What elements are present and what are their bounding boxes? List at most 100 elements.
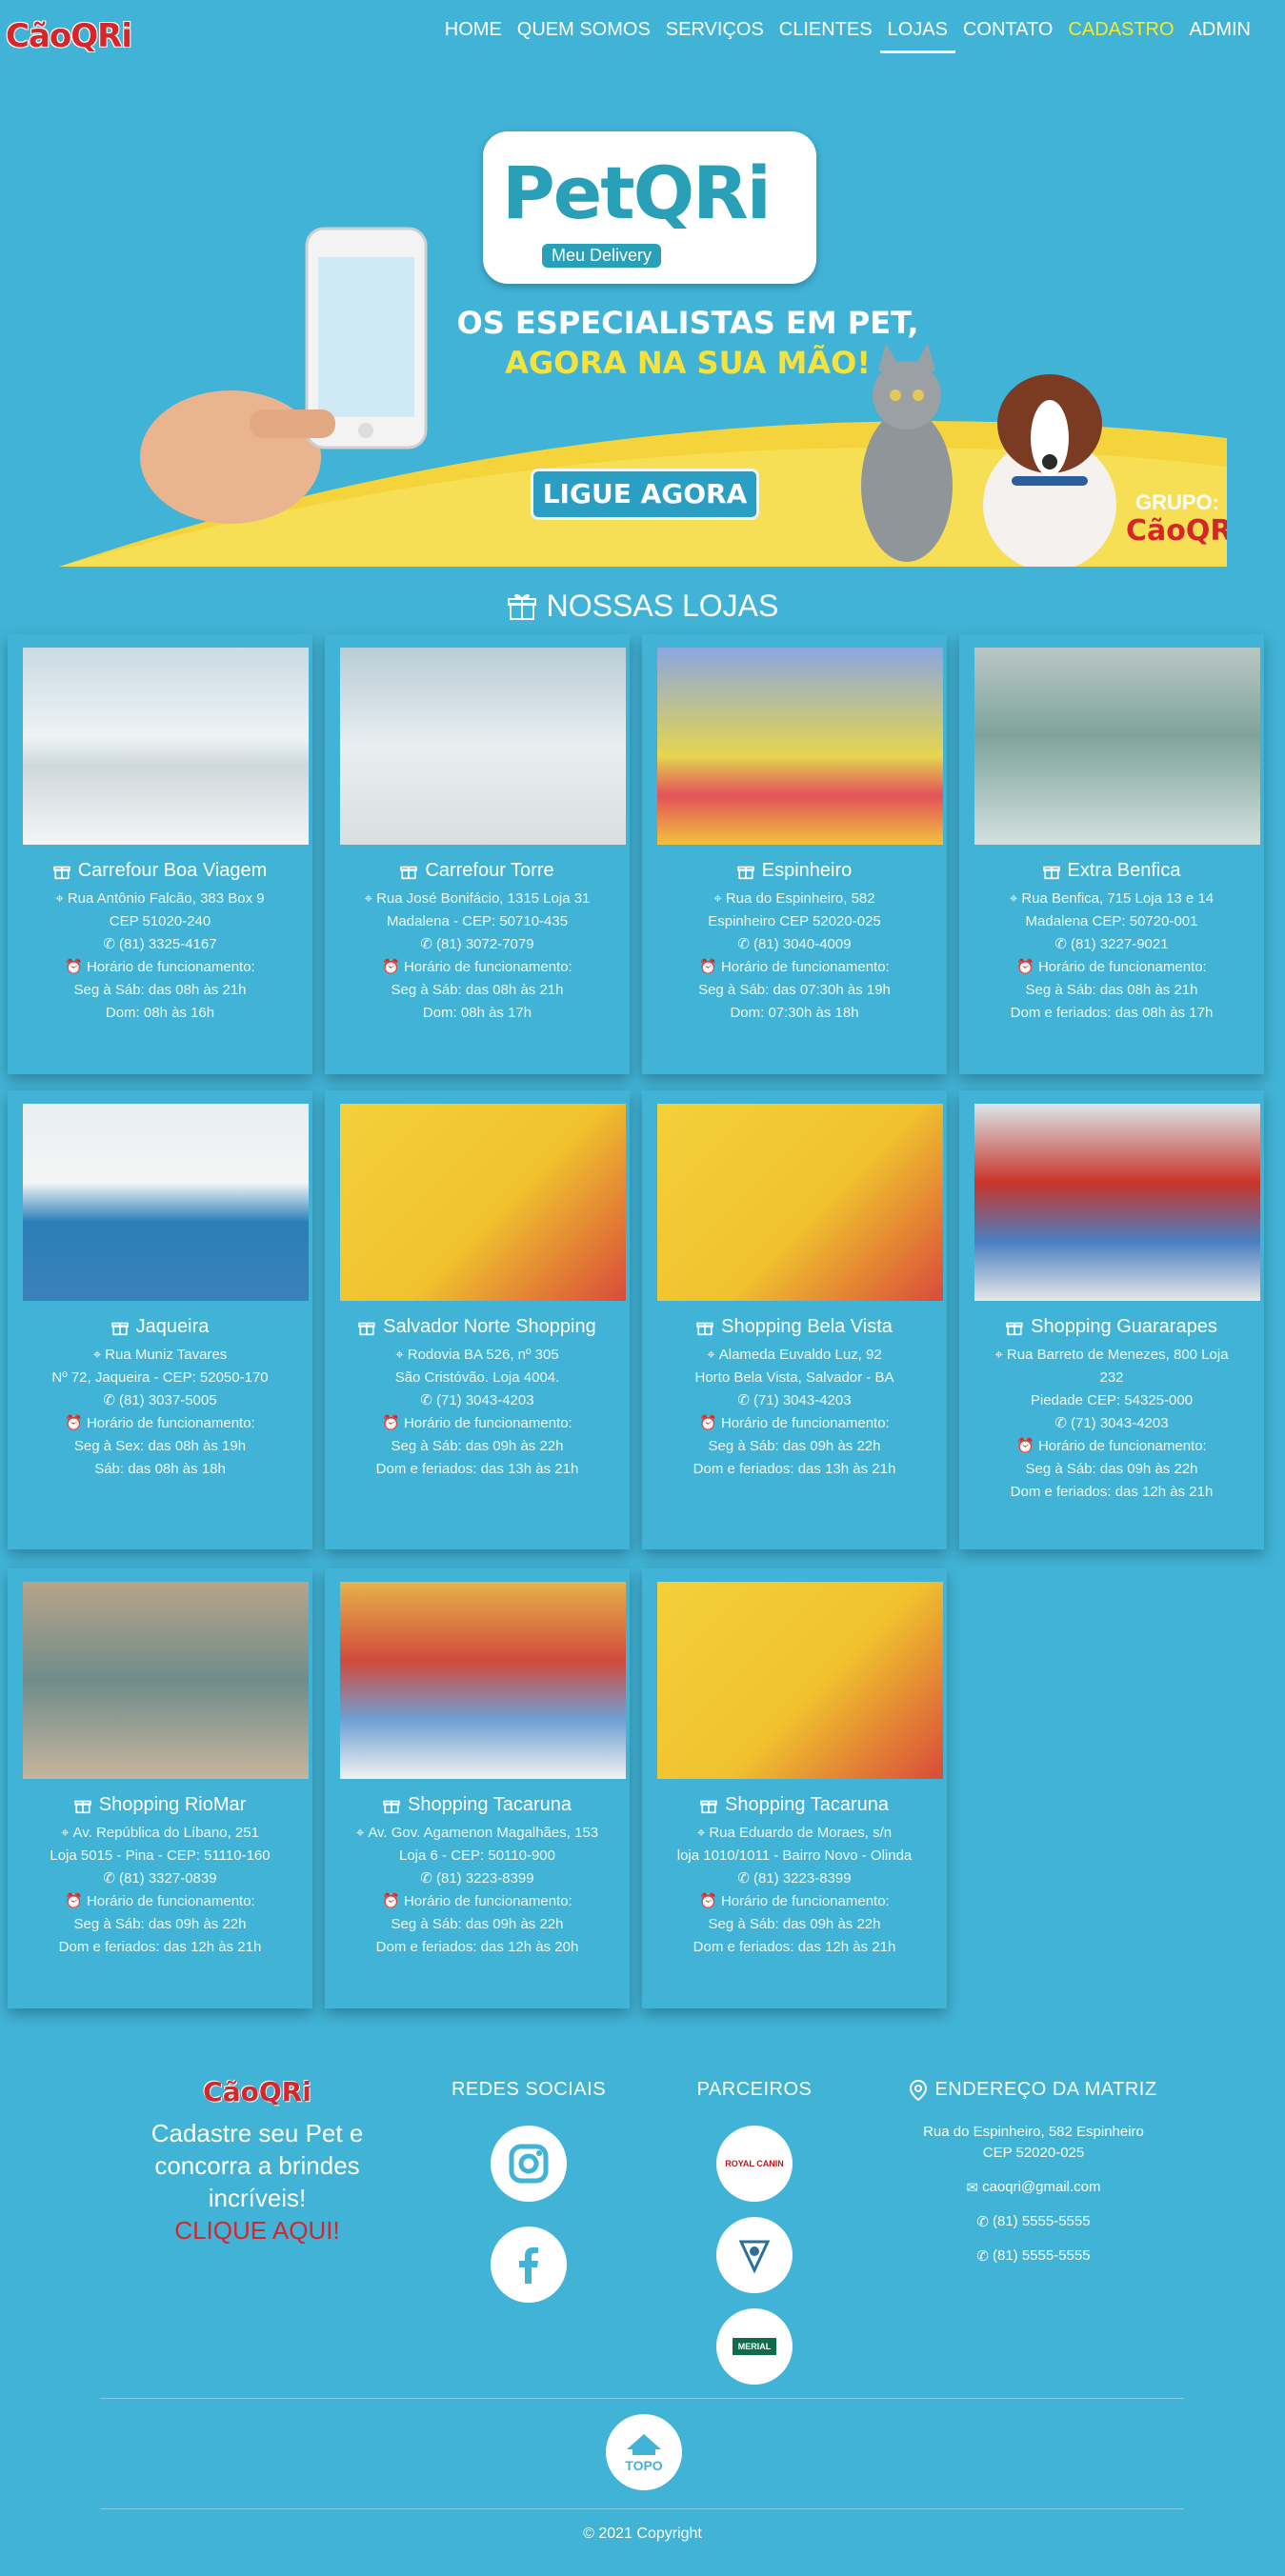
meu-delivery-badge: Meu Delivery [542,244,662,268]
gift-icon [383,1800,400,1813]
nav-lojas[interactable]: LOJAS [879,19,955,53]
store-hours-label: ⏰ Horário de funcionamento: [23,1412,297,1435]
store-name: Carrefour Torre [340,860,614,882]
house-icon [627,2433,661,2455]
alarm-clock-icon: ⏰ [65,959,83,976]
store-phone[interactable]: ✆ (71) 3043-4203 [974,1412,1249,1435]
back-to-top-button[interactable]: TOPO [606,2414,682,2490]
phone-row-2[interactable]: ✆ (81) 5555-5555 [886,2247,1181,2265]
store-photo [340,1582,626,1779]
store-address-2: loja 1010/1011 - Bairro Novo - Olinda [676,1847,913,1865]
alarm-clock-icon: ⏰ [699,959,717,976]
store-phone[interactable]: ✆ (71) 3043-4203 [657,1389,932,1412]
logo-text: CãoQRi [6,17,132,55]
footer-divider-bottom [100,2508,1184,2509]
nav-admin[interactable]: ADMIN [1182,19,1258,53]
gift-icon [74,1800,91,1813]
map-marker-icon: ⌖ [994,1347,1003,1364]
store-hours: Dom e feriados: das 12h às 21h [1010,1484,1214,1501]
store-card: Espinheiro ⌖ Rua do Espinheiro, 582 Espinhe… [642,634,947,1074]
store-card: Carrefour Boa Viagem ⌖ Rua Antônio Falcão,… [8,634,312,1074]
map-marker-icon: ⌖ [61,1825,70,1842]
footer-logo: CãoQRi [203,2076,311,2107]
alarm-clock-icon: ⏰ [699,1893,717,1910]
store-hours: Dom: 07:30h às 18h [730,1005,859,1022]
map-marker-icon [910,2079,928,2101]
shield-icon [738,2240,771,2274]
footer-cta-link[interactable]: CLIQUE AQUI! [133,2214,381,2247]
store-address-2: Piedade CEP: 54325-000 [1030,1392,1194,1409]
phone-icon: ✆ [420,1870,432,1887]
store-address: ⌖ Rua Antônio Falcão, 383 Box 9 [23,888,297,910]
banner-headline-1: OS ESPECIALISTAS EM PET, [456,305,919,341]
store-address: ⌖ Rua do Espinheiro, 582 [657,888,932,910]
instagram-icon[interactable] [491,2126,567,2202]
store-address: ⌖ Rua José Bonifácio, 1315 Loja 31 [340,888,614,910]
phone-icon: ✆ [420,1392,432,1409]
hero-banner: PetQRi Meu Delivery OS ESPECIALISTAS EM … [59,124,1227,567]
phone-icon: ✆ [103,936,115,953]
royal-canin-logo[interactable]: ROYAL CANIN [716,2126,793,2202]
store-hours: Dom e feriados: das 13h às 21h [375,1461,579,1478]
store-hours: Dom e feriados: das 13h às 21h [693,1461,896,1478]
stores-section-title: NOSSAS LOJAS [0,589,1285,624]
store-phone[interactable]: ✆ (81) 3325-4167 [23,933,297,956]
store-address-2: São Cristóvão. Loja 4004. [394,1369,560,1387]
store-phone[interactable]: ✆ (81) 3072-7079 [340,933,614,956]
phone-icon: ✆ [737,936,750,953]
logo[interactable]: CãoQRi [6,10,139,61]
store-address: ⌖ Rua Benfica, 715 Loja 13 e 14 [974,888,1249,910]
store-phone[interactable]: ✆ (71) 3043-4203 [340,1389,614,1412]
store-address: ⌖ Av. Gov. Agamenon Magalhães, 153 [340,1822,614,1845]
map-marker-icon: ⌖ [364,890,373,908]
envelope-icon: ✉ [966,2180,979,2197]
nav-quem-somos[interactable]: QUEM SOMOS [510,19,658,53]
alarm-clock-icon: ⏰ [65,1415,83,1432]
store-phone[interactable]: ✆ (81) 3037-5005 [23,1389,297,1412]
store-address-2: Loja 5015 - Pina - CEP: 51110-160 [50,1847,271,1865]
partners-heading: PARCEIROS [696,2079,813,2100]
phone-row-1[interactable]: ✆ (81) 5555-5555 [886,2213,1181,2230]
ligue-agora-button[interactable]: LIGUE AGORA [531,469,759,520]
copyright: © 2021 Copyright [583,2526,702,2542]
store-hours: Seg à Sáb: das 09h às 22h [708,1438,881,1455]
nav-servicos[interactable]: SERVIÇOS [658,19,772,53]
store-hours: Seg à Sáb: das 08h às 21h [1025,982,1198,999]
store-hours-label: ⏰ Horário de funcionamento: [340,1890,614,1913]
address-line-1: Rua do Espinheiro, 582 Espinheiro [923,2124,1144,2140]
store-photo [23,648,309,845]
store-phone[interactable]: ✆ (81) 3223-8399 [657,1867,932,1890]
store-hours-label: ⏰ Horário de funcionamento: [23,1890,297,1913]
store-phone[interactable]: ✆ (81) 3040-4009 [657,933,932,956]
merial-logo[interactable]: MERIAL [716,2308,793,2385]
store-card: Shopping Bela Vista ⌖ Alameda Euvaldo Luz,… [642,1090,947,1549]
store-hours: Dom e feriados: das 08h às 17h [1010,1005,1214,1022]
partner-2-logo[interactable] [716,2217,793,2293]
gift-icon [1006,1322,1023,1335]
store-phone[interactable]: ✆ (81) 3223-8399 [340,1867,614,1890]
nav-home[interactable]: HOME [437,19,510,53]
store-address-2: Nº 72, Jaqueira - CEP: 52050-170 [51,1369,269,1387]
map-marker-icon: ⌖ [707,1347,715,1364]
store-address: ⌖ Alameda Euvaldo Luz, 92 [657,1344,932,1367]
address-heading: ENDEREÇO DA MATRIZ [886,2079,1181,2101]
store-photo [974,1104,1260,1301]
store-hours-label: ⏰ Horário de funcionamento: [23,956,297,979]
store-card: Shopping RioMar ⌖ Av. República do Líbano,… [8,1568,312,2008]
store-address: 232 [1099,1369,1124,1387]
nav-contato[interactable]: CONTATO [955,19,1060,53]
store-phone[interactable]: ✆ (81) 3227-9021 [974,933,1249,956]
store-card: Extra Benfica ⌖ Rua Benfica, 715 Loja 13 e… [959,634,1264,1074]
email-row[interactable]: ✉ caoqri@gmail.com [886,2179,1181,2196]
store-card: Shopping Tacaruna ⌖ Rua Eduardo de Moraes,… [642,1568,947,2008]
store-hours-label: ⏰ Horário de funcionamento: [657,956,932,979]
gift-icon [400,866,418,879]
nav-cadastro[interactable]: CADASTRO [1060,19,1181,53]
facebook-icon[interactable] [491,2227,567,2303]
store-phone[interactable]: ✆ (81) 3327-0839 [23,1867,297,1890]
nav-clientes[interactable]: CLIENTES [772,19,880,53]
store-hours-label: ⏰ Horário de funcionamento: [340,956,614,979]
store-hours: Dom e feriados: das 12h às 21h [693,1939,896,1956]
store-photo [657,648,943,845]
store-address-2: CEP 51020-240 [109,913,211,930]
